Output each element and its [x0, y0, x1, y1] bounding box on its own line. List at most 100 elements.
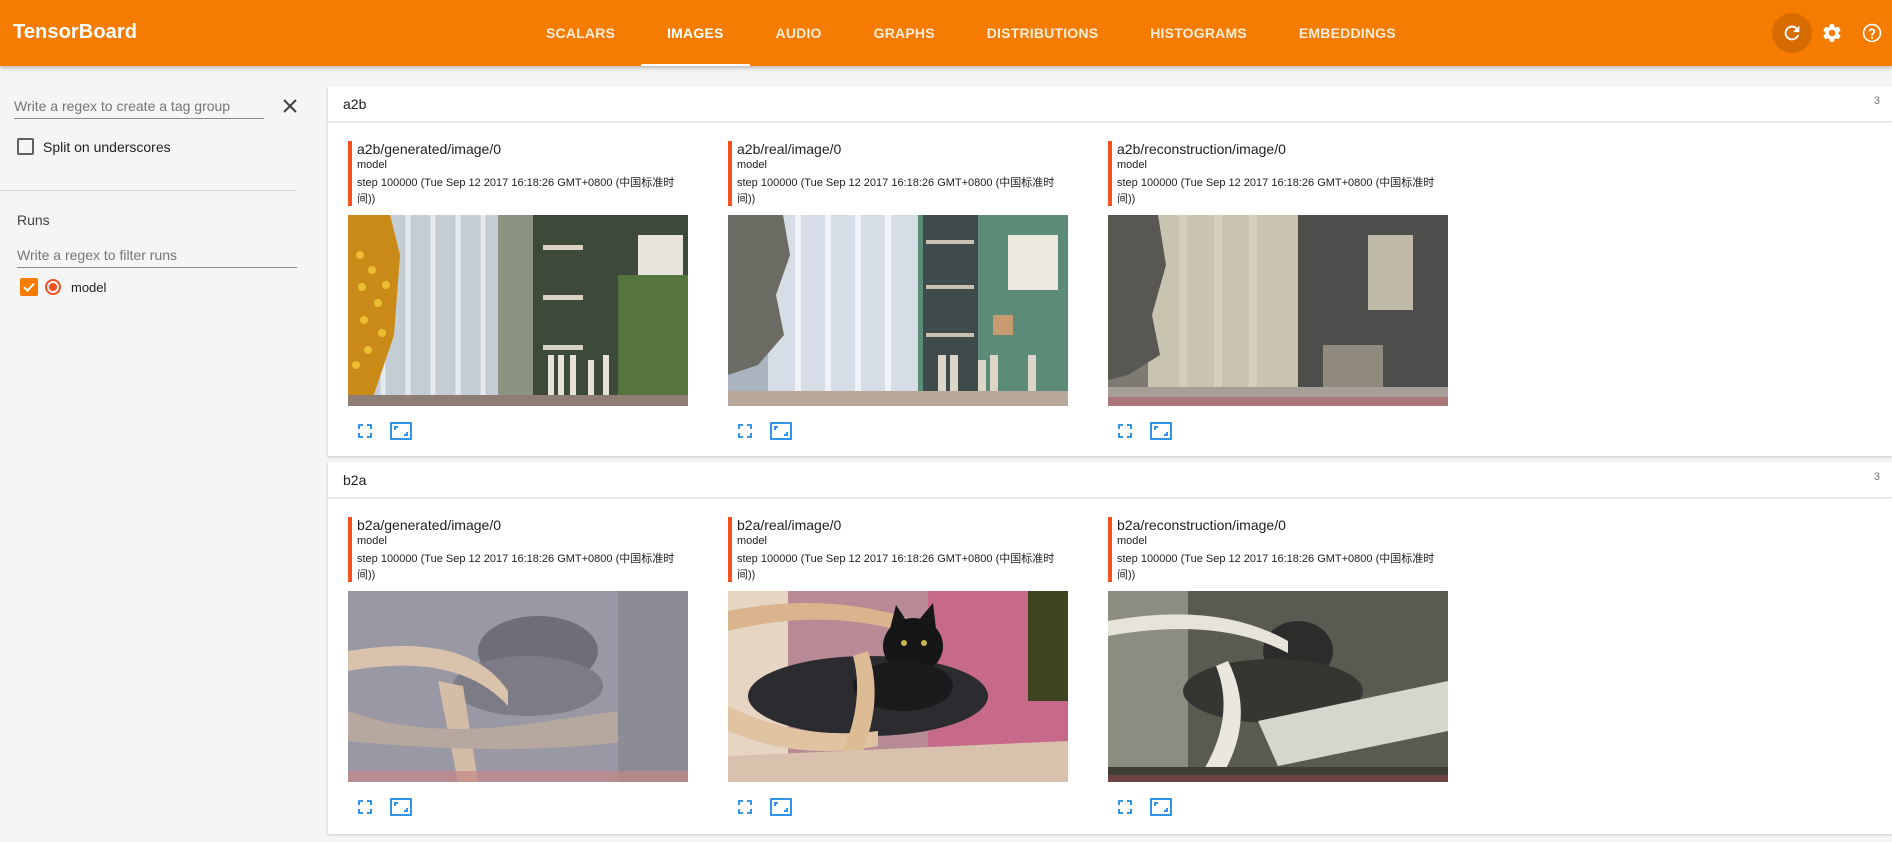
- group-count: 3: [1873, 471, 1880, 483]
- top-app-bar: TensorBoard SCALARS IMAGES AUDIO GRAPHS …: [0, 0, 1892, 66]
- fullscreen-button[interactable]: [732, 419, 758, 443]
- image-cat-on-chair-photo[interactable]: [728, 591, 1068, 782]
- group-name: a2b: [343, 96, 367, 112]
- actual-size-button[interactable]: [388, 419, 414, 443]
- fullscreen-icon: [358, 800, 372, 814]
- image-window-curtain-bookshelf-reconstructed[interactable]: [1108, 215, 1448, 406]
- fullscreen-button[interactable]: [352, 419, 378, 443]
- sidebar-divider: [0, 190, 297, 191]
- card-title: a2b/reconstruction/image/0: [1117, 141, 1286, 157]
- image-card: a2b/generated/image/0 model step 100000 …: [328, 141, 688, 451]
- group-header[interactable]: b2a 3: [328, 462, 1892, 498]
- tab-histograms[interactable]: HISTOGRAMS: [1124, 0, 1273, 66]
- card-title: a2b/generated/image/0: [357, 141, 501, 157]
- refresh-button[interactable]: [1772, 13, 1812, 53]
- actual-size-icon: [390, 798, 412, 816]
- refresh-icon: [1784, 25, 1800, 41]
- run-checkbox[interactable]: [20, 278, 38, 296]
- close-icon: [283, 99, 297, 113]
- image-card: b2a/reconstruction/image/0 model step 10…: [1088, 517, 1448, 827]
- tab-images[interactable]: IMAGES: [641, 0, 750, 66]
- tab-distributions[interactable]: DISTRIBUTIONS: [961, 0, 1125, 66]
- actual-size-icon: [390, 422, 412, 440]
- card-step: step 100000 (Tue Sep 12 2017 16:18:26 GM…: [1117, 177, 1435, 205]
- card-run: model: [357, 535, 387, 547]
- group-count: 3: [1873, 95, 1880, 107]
- card-run: model: [737, 535, 767, 547]
- tab-audio[interactable]: AUDIO: [750, 0, 848, 66]
- split-checkbox[interactable]: [17, 138, 34, 155]
- runs-title: Runs: [17, 212, 50, 228]
- image-window-curtain-bookshelf-stylized[interactable]: [348, 215, 688, 406]
- run-accent-bar: [1108, 517, 1112, 582]
- run-accent-bar: [728, 141, 732, 206]
- fullscreen-button[interactable]: [732, 795, 758, 819]
- tab-scalars[interactable]: SCALARS: [520, 0, 641, 66]
- settings-button[interactable]: [1812, 13, 1852, 53]
- card-title: b2a/real/image/0: [737, 517, 842, 533]
- run-color-radio[interactable]: [45, 279, 61, 295]
- actual-size-icon: [770, 422, 792, 440]
- image-cat-on-chair-stylized[interactable]: [348, 591, 688, 782]
- actual-size-button[interactable]: [1148, 419, 1174, 443]
- fullscreen-button[interactable]: [352, 795, 378, 819]
- actual-size-button[interactable]: [768, 795, 794, 819]
- card-run: model: [737, 159, 767, 171]
- image-card: a2b/reconstruction/image/0 model step 10…: [1088, 141, 1448, 451]
- help-button[interactable]: [1852, 13, 1892, 53]
- help-icon: [1862, 23, 1882, 43]
- tab-graphs[interactable]: GRAPHS: [848, 0, 961, 66]
- group-name: b2a: [343, 472, 367, 488]
- actual-size-icon: [1150, 798, 1172, 816]
- card-run: model: [1117, 159, 1147, 171]
- run-accent-bar: [348, 517, 352, 582]
- card-step: step 100000 (Tue Sep 12 2017 16:18:26 GM…: [737, 177, 1055, 205]
- tag-group-regex-input[interactable]: [14, 93, 264, 119]
- fullscreen-icon: [738, 800, 752, 814]
- fullscreen-icon: [1118, 424, 1132, 438]
- actual-size-button[interactable]: [768, 419, 794, 443]
- clear-regex-button[interactable]: [279, 95, 301, 117]
- card-title: b2a/generated/image/0: [357, 517, 501, 533]
- image-cat-on-chair-reconstructed[interactable]: [1108, 591, 1448, 782]
- run-accent-bar: [728, 517, 732, 582]
- card-step: step 100000 (Tue Sep 12 2017 16:18:26 GM…: [357, 553, 675, 581]
- tag-group-a2b: a2b 3 a2b/generated/image/0 model step 1…: [328, 86, 1892, 456]
- run-item-model: model: [20, 278, 106, 296]
- fullscreen-icon: [358, 424, 372, 438]
- run-accent-bar: [1108, 141, 1112, 206]
- split-on-underscores-toggle[interactable]: Split on underscores: [17, 138, 171, 155]
- actual-size-icon: [770, 798, 792, 816]
- actual-size-button[interactable]: [388, 795, 414, 819]
- radio-dot: [49, 283, 57, 291]
- tag-group-b2a: b2a 3 b2a/generated/image/0 model step 1…: [328, 462, 1892, 834]
- actual-size-icon: [1150, 422, 1172, 440]
- settings-icon: [1823, 24, 1841, 42]
- fullscreen-button[interactable]: [1112, 419, 1138, 443]
- dashboard-tabs: SCALARS IMAGES AUDIO GRAPHS DISTRIBUTION…: [520, 0, 1422, 66]
- card-title: a2b/real/image/0: [737, 141, 842, 157]
- actual-size-button[interactable]: [1148, 795, 1174, 819]
- group-header[interactable]: a2b 3: [328, 86, 1892, 122]
- sidebar: Split on underscores Runs model: [0, 66, 312, 842]
- image-card: b2a/real/image/0 model step 100000 (Tue …: [708, 517, 1068, 827]
- card-run: model: [1117, 535, 1147, 547]
- main-content: a2b 3 a2b/generated/image/0 model step 1…: [328, 66, 1892, 842]
- card-step: step 100000 (Tue Sep 12 2017 16:18:26 GM…: [737, 553, 1055, 581]
- card-run: model: [357, 159, 387, 171]
- split-label: Split on underscores: [43, 138, 171, 155]
- run-accent-bar: [348, 141, 352, 206]
- card-title: b2a/reconstruction/image/0: [1117, 517, 1286, 533]
- run-label: model: [71, 279, 107, 295]
- tab-embeddings[interactable]: EMBEDDINGS: [1273, 0, 1422, 66]
- fullscreen-icon: [738, 424, 752, 438]
- card-step: step 100000 (Tue Sep 12 2017 16:18:26 GM…: [1117, 553, 1435, 581]
- checkmark-icon: [23, 282, 35, 293]
- card-step: step 100000 (Tue Sep 12 2017 16:18:26 GM…: [357, 177, 675, 205]
- runs-filter-input[interactable]: [17, 242, 297, 268]
- image-card: b2a/generated/image/0 model step 100000 …: [328, 517, 688, 827]
- image-window-curtain-bookshelf-anime[interactable]: [728, 215, 1068, 406]
- fullscreen-icon: [1118, 800, 1132, 814]
- fullscreen-button[interactable]: [1112, 795, 1138, 819]
- image-card: a2b/real/image/0 model step 100000 (Tue …: [708, 141, 1068, 451]
